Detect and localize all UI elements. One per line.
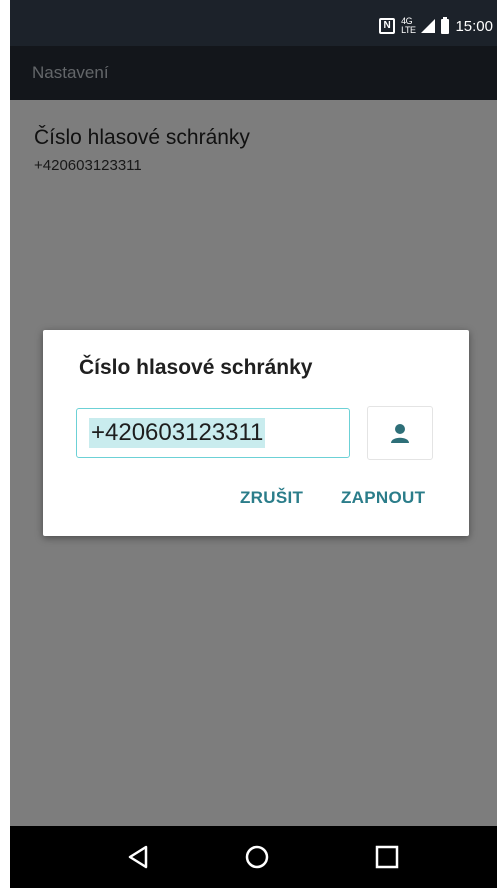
- dialog-title: Číslo hlasové schránky: [79, 356, 313, 379]
- status-bar: N 4G LTE 15:00: [10, 0, 497, 46]
- cancel-button[interactable]: ZRUŠIT: [240, 488, 303, 508]
- phone-screen: N 4GLTE 15:00 Nastavení Číslo hlasové sc…: [10, 0, 497, 888]
- voicemail-number-value[interactable]: +420603123311: [89, 418, 266, 448]
- back-button[interactable]: [123, 842, 153, 872]
- enable-button[interactable]: ZAPNOUT: [341, 488, 425, 508]
- signal-icon: [421, 19, 436, 33]
- battery-icon: [441, 16, 450, 34]
- back-icon: [128, 845, 148, 869]
- status-icons: N 4G LTE 15:00: [379, 15, 493, 37]
- person-icon: [391, 424, 409, 443]
- navigation-bar: [10, 826, 497, 888]
- recents-icon: [375, 845, 399, 869]
- pick-contact-button[interactable]: [367, 406, 433, 460]
- nfc-icon: N: [379, 18, 396, 34]
- lte-icon: 4G LTE: [401, 16, 416, 35]
- recents-button[interactable]: [372, 842, 402, 872]
- voicemail-number-dialog: Číslo hlasové schránky +420603123311 ZRU…: [43, 330, 469, 536]
- home-icon: [245, 845, 269, 869]
- status-time: 15:00: [455, 17, 493, 35]
- voicemail-number-input[interactable]: +420603123311: [76, 408, 350, 458]
- home-button[interactable]: [242, 842, 272, 872]
